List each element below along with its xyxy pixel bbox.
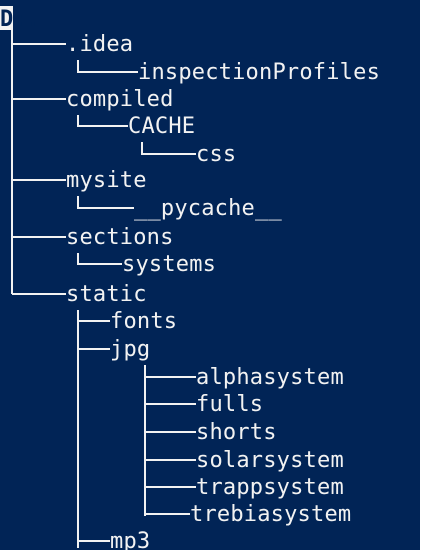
console-window: D:. .idea inspectionProfiles compiled CA… [0, 0, 434, 550]
pycache-connector [76, 196, 134, 210]
folder-mp3: mp3 [110, 529, 151, 550]
folder-mysite: mysite [66, 168, 147, 193]
folder-compiled: compiled [66, 87, 174, 112]
folder-trappsystem: trappsystem [196, 475, 344, 500]
folder-css: css [196, 142, 237, 167]
console-pane: D:. .idea inspectionProfiles compiled CA… [0, 0, 420, 550]
folder-fonts: fonts [110, 309, 178, 334]
folder-solarsystem: solarsystem [196, 448, 344, 473]
folder-inspectionprofiles: inspectionProfiles [138, 60, 381, 85]
folder-pycache: __pycache__ [134, 196, 282, 221]
folder-trebiasystem: trebiasystem [190, 502, 352, 527]
folder-shorts: shorts [196, 420, 277, 445]
cache-connector [76, 115, 128, 128]
folder-alphasystem: alphasystem [196, 365, 344, 390]
folder-fulls: fulls [196, 392, 264, 417]
folder-jpg: jpg [110, 337, 151, 362]
systems-connector [76, 253, 122, 266]
folder-idea: .idea [66, 32, 134, 57]
inspection-connector [76, 60, 138, 74]
folder-static: static [66, 282, 147, 307]
folder-systems: systems [122, 252, 217, 277]
folder-sections: sections [66, 225, 174, 250]
folder-cache: CACHE [128, 114, 196, 139]
css-connector [140, 142, 196, 156]
